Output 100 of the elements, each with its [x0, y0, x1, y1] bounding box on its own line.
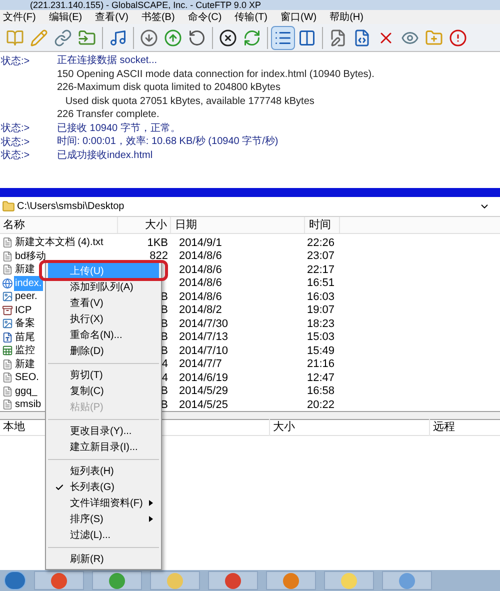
- download-icon: [140, 28, 158, 46]
- new-folder-icon: [425, 28, 443, 46]
- code-file-icon: [353, 28, 371, 46]
- file-name[interactable]: 备案: [14, 316, 36, 332]
- menu-item[interactable]: 排序(S): [48, 511, 159, 527]
- file-name[interactable]: 新建文本文档 (4).txt: [14, 235, 104, 250]
- alert-icon: [449, 28, 467, 46]
- log-label: 状态:>: [1, 136, 30, 148]
- file-time: 21:16: [306, 357, 336, 372]
- spreadsheet-icon: [2, 345, 13, 356]
- document-icon: [2, 250, 13, 262]
- file-date: 2014/7/10: [178, 344, 229, 358]
- taskbar-app-icon[interactable]: [324, 571, 374, 590]
- file-time: 20:22: [306, 398, 336, 412]
- document-icon: [2, 358, 13, 370]
- log-message: 正在连接数据 socket...: [57, 54, 158, 68]
- menu-item[interactable]: 查看(V): [48, 295, 159, 311]
- log-label: 状态:>: [1, 56, 30, 66]
- menu-item[interactable]: 建立新目录(I)...: [48, 439, 159, 455]
- column-header[interactable]: 名称: [0, 216, 118, 234]
- file-time: 23:07: [306, 249, 336, 264]
- menu-item[interactable]: 文件(F): [3, 10, 36, 24]
- music-file-icon: [109, 28, 127, 46]
- document-icon: [2, 386, 13, 397]
- file-name[interactable]: 苗尾: [14, 330, 36, 345]
- menu-item[interactable]: 刷新(R): [48, 551, 159, 567]
- menu-item[interactable]: 长列表(G): [48, 479, 159, 495]
- file-date: 2014/8/6: [178, 262, 223, 278]
- menu-item[interactable]: 帮助(H): [330, 10, 364, 24]
- file-size: 822: [150, 250, 168, 262]
- log-message: 150 Opening ASCII mode data connection for index.html (10940 Bytes).: [57, 68, 374, 82]
- menu-item[interactable]: 剪切(T): [48, 367, 159, 383]
- document-icon: [2, 372, 13, 384]
- menu-item[interactable]: 添加到队列(A): [48, 279, 159, 295]
- menu-item[interactable]: 查看(V): [95, 10, 128, 24]
- file-name[interactable]: smsib: [14, 397, 42, 412]
- submenu-arrow-icon: [149, 516, 153, 522]
- link-icon: [54, 28, 72, 46]
- file-name[interactable]: peer.: [14, 289, 38, 304]
- file-name[interactable]: ICP: [14, 302, 33, 318]
- menu-item[interactable]: 编辑(E): [48, 10, 82, 24]
- log-message: 226 Transfer complete.: [57, 108, 160, 122]
- file-date: 2014/5/25: [178, 398, 229, 412]
- log-message: 时间: 0:00:01，效率: 10.68 KB/秒 (10940 字节/秒): [57, 134, 278, 150]
- file-date: 2014/7/7: [178, 357, 223, 372]
- file-name[interactable]: ggq_: [14, 384, 38, 399]
- column-header[interactable]: 日期: [171, 216, 305, 234]
- file-time: 12:47: [306, 370, 336, 386]
- folder-icon: [2, 200, 15, 213]
- word-document-icon: [2, 332, 13, 343]
- column-header[interactable]: 大小: [270, 419, 430, 436]
- taskbar-app-icon[interactable]: [92, 571, 142, 590]
- menu-item[interactable]: 过滤(L)...: [48, 527, 159, 543]
- pencil-icon: [30, 28, 48, 46]
- image-icon: [2, 291, 13, 302]
- file-time: 22:26: [306, 236, 336, 250]
- start-button[interactable]: [4, 571, 26, 590]
- file-time: 19:07: [306, 303, 336, 318]
- taskbar-app-icon[interactable]: [266, 571, 316, 590]
- taskbar-app-icon[interactable]: [382, 571, 432, 590]
- column-header[interactable]: 远程: [430, 419, 455, 436]
- menu-item[interactable]: 复制(C): [48, 383, 159, 399]
- menu-item[interactable]: 重命名(N)...: [48, 327, 159, 343]
- menu-item[interactable]: 文件详细资料(F): [48, 495, 159, 511]
- file-name[interactable]: 监控: [14, 343, 36, 358]
- menu-item[interactable]: 书签(B): [141, 10, 175, 24]
- menu-item[interactable]: 更改目录(Y)...: [48, 423, 159, 439]
- menu-item[interactable]: 执行(X): [48, 311, 159, 327]
- menu-item[interactable]: 删除(D): [48, 343, 159, 359]
- file-time: 16:51: [306, 276, 336, 291]
- menu-item[interactable]: 短列表(H): [48, 463, 159, 479]
- file-date: 2014/5/29: [178, 384, 229, 399]
- list-view-button[interactable]: [271, 26, 295, 50]
- refresh-icon: [243, 28, 261, 46]
- globe-icon: [2, 278, 13, 289]
- file-date: 2014/7/13: [178, 330, 229, 345]
- file-name[interactable]: bd移动: [14, 248, 48, 264]
- column-header[interactable]: 时间: [305, 216, 340, 234]
- menu-item[interactable]: 命令(C): [188, 10, 222, 24]
- menu-item[interactable]: 窗口(W): [280, 10, 317, 24]
- edit-file-icon: [329, 28, 347, 46]
- column-header[interactable]: 大小: [118, 216, 171, 234]
- taskbar-app-icon[interactable]: [208, 571, 258, 590]
- image-icon: [2, 318, 13, 330]
- file-date: 2014/9/1: [178, 236, 223, 250]
- submenu-arrow-icon: [149, 500, 153, 506]
- file-name[interactable]: SEO.: [14, 370, 40, 386]
- window-title: (221.231.140.155) - GlobalSCAPE, Inc. - CuteFTP 9.0 XP: [30, 1, 261, 10]
- file-name[interactable]: 新建: [14, 356, 36, 372]
- file-name[interactable]: 新建: [14, 262, 36, 278]
- file-time: 22:17: [306, 262, 336, 278]
- file-date: 2014/8/2: [178, 303, 223, 318]
- log-message: 已成功接收index.html: [57, 148, 153, 163]
- file-size: 1KB: [147, 236, 168, 248]
- file-size: 4: [162, 372, 168, 384]
- file-time: 15:03: [306, 330, 336, 345]
- reload-icon: [188, 28, 206, 46]
- menu-item[interactable]: 传输(T): [234, 10, 268, 24]
- taskbar-app-icon[interactable]: [34, 571, 84, 590]
- log-label: 状态:>: [1, 150, 30, 161]
